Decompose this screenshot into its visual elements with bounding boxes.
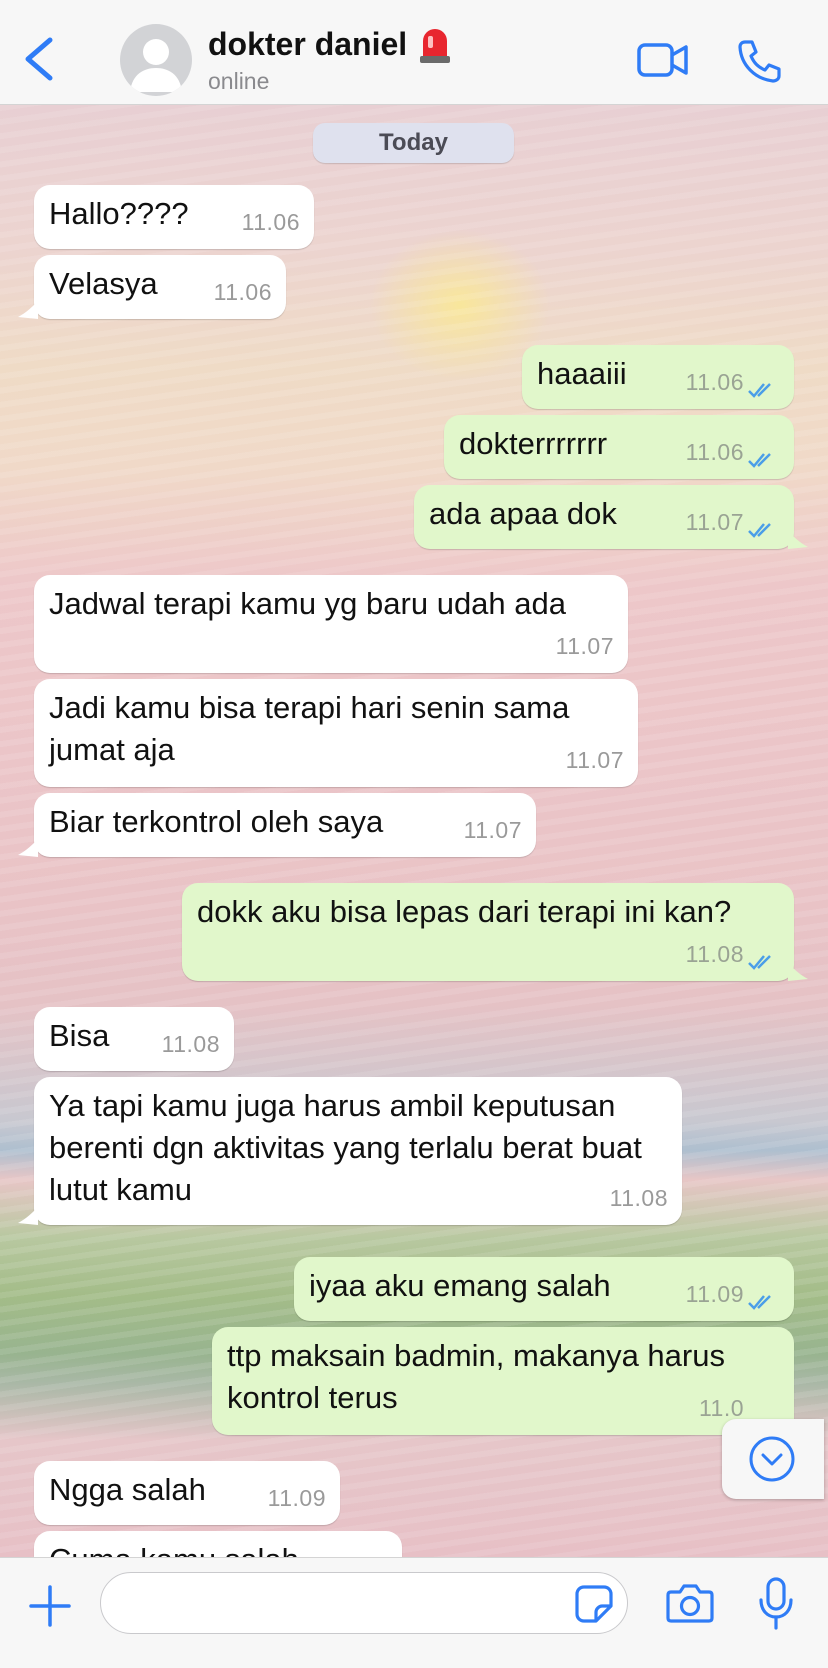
message-time: 11.07 [565,747,624,773]
bubble-tail [18,839,38,857]
message-time: 11.06 [685,369,744,395]
attach-button[interactable] [28,1584,72,1628]
message-time: 11.08 [609,1185,668,1211]
voice-call-button[interactable] [736,38,782,84]
message-time: 11.07 [463,817,522,843]
read-receipt-icon [748,383,771,398]
message-outgoing[interactable]: iyaa aku emang salah 11.09 [294,1257,794,1321]
read-receipt-icon [748,955,771,970]
person-placeholder-icon [130,39,182,92]
message-incoming[interactable]: Jadwal terapi kamu yg baru udah ada 11.0… [34,575,628,673]
camera-button[interactable] [666,1582,714,1624]
read-receipt-icon [748,453,771,468]
chevron-left-icon [25,37,53,81]
message-time: 11.07 [555,633,614,659]
message-outgoing[interactable]: dokk aku bisa lepas dari terapi ini kan?… [182,883,794,981]
microphone-button[interactable] [758,1576,794,1632]
message-time: 11.09 [267,1485,326,1511]
message-input[interactable] [100,1572,628,1634]
message-outgoing[interactable]: ada apaa dok 11.07 [414,485,794,549]
message-incoming[interactable]: Ya tapi kamu juga harus ambil keputusan … [34,1077,682,1225]
message-text: dokk aku bisa lepas dari terapi ini kan? [197,894,732,929]
message-incoming[interactable]: Bisa 11.08 [34,1007,234,1071]
avatar[interactable] [120,24,192,96]
read-receipt-icon [748,1295,771,1310]
bubble-tail [18,1207,38,1225]
message-time: 11.08 [685,941,744,967]
message-text: Ya tapi kamu juga harus ambil keputusan … [49,1088,642,1207]
message-incoming[interactable]: Hallo???? 11.06 [34,185,314,249]
message-incoming[interactable]: Jadi kamu bisa terapi hari senin sama ju… [34,679,638,787]
message-text: Jadwal terapi kamu yg baru udah ada [49,586,566,621]
chat-area[interactable]: Today Hallo???? 11.06 Velasya 11.06 haaa… [0,105,828,1557]
message-text: ttp maksain badmin, makanya harus kontro… [227,1338,725,1415]
message-outgoing[interactable]: ttp maksain badmin, makanya harus kontro… [212,1327,794,1435]
bubble-tail [18,301,38,319]
sticker-icon [575,1585,613,1623]
phone-icon [738,40,781,83]
message-text: Jadi kamu bisa terapi hari senin sama ju… [49,690,570,767]
bubble-tail [788,963,808,981]
read-receipt-icon [748,523,771,538]
message-incoming[interactable]: Velasya 11.06 [34,255,286,319]
message-outgoing[interactable]: dokterrrrrrr 11.06 [444,415,794,479]
message-time: 11.06 [685,439,744,465]
message-time: 11.08 [161,1031,220,1057]
message-incoming[interactable]: Ngga salah 11.09 [34,1461,340,1525]
message-time: 11.07 [685,509,744,535]
microphone-icon [759,1577,793,1630]
message-time: 11.09 [685,1281,744,1307]
contact-status: online [208,68,270,94]
message-incoming[interactable]: Biar terkontrol oleh saya 11.07 [34,793,536,857]
message-text: Biar terkontrol oleh saya [49,804,384,839]
message-outgoing[interactable]: haaaiii 11.06 [522,345,794,409]
bubble-tail [788,531,808,549]
message-time: 11.06 [213,279,272,305]
message-text: haaaiii [537,356,627,391]
back-button[interactable] [20,34,60,84]
message-text: Cuma kamu salah [49,1539,390,1557]
chevron-down-circle-icon [749,1436,795,1482]
plus-icon [29,1585,71,1627]
message-time: 11.06 [241,209,300,235]
chat-header: dokter daniel online [0,0,828,105]
message-incoming[interactable]: Cuma kamu salah [34,1531,402,1557]
camera-icon [666,1584,714,1623]
video-camera-icon [637,43,688,77]
sticker-button[interactable] [574,1584,614,1624]
scroll-to-bottom-button[interactable] [722,1419,824,1499]
date-separator: Today [313,123,514,163]
contact-name[interactable]: dokter daniel [208,26,407,63]
video-call-button[interactable] [636,40,690,80]
police-light-emoji-icon [418,26,452,64]
input-bar [0,1557,828,1668]
